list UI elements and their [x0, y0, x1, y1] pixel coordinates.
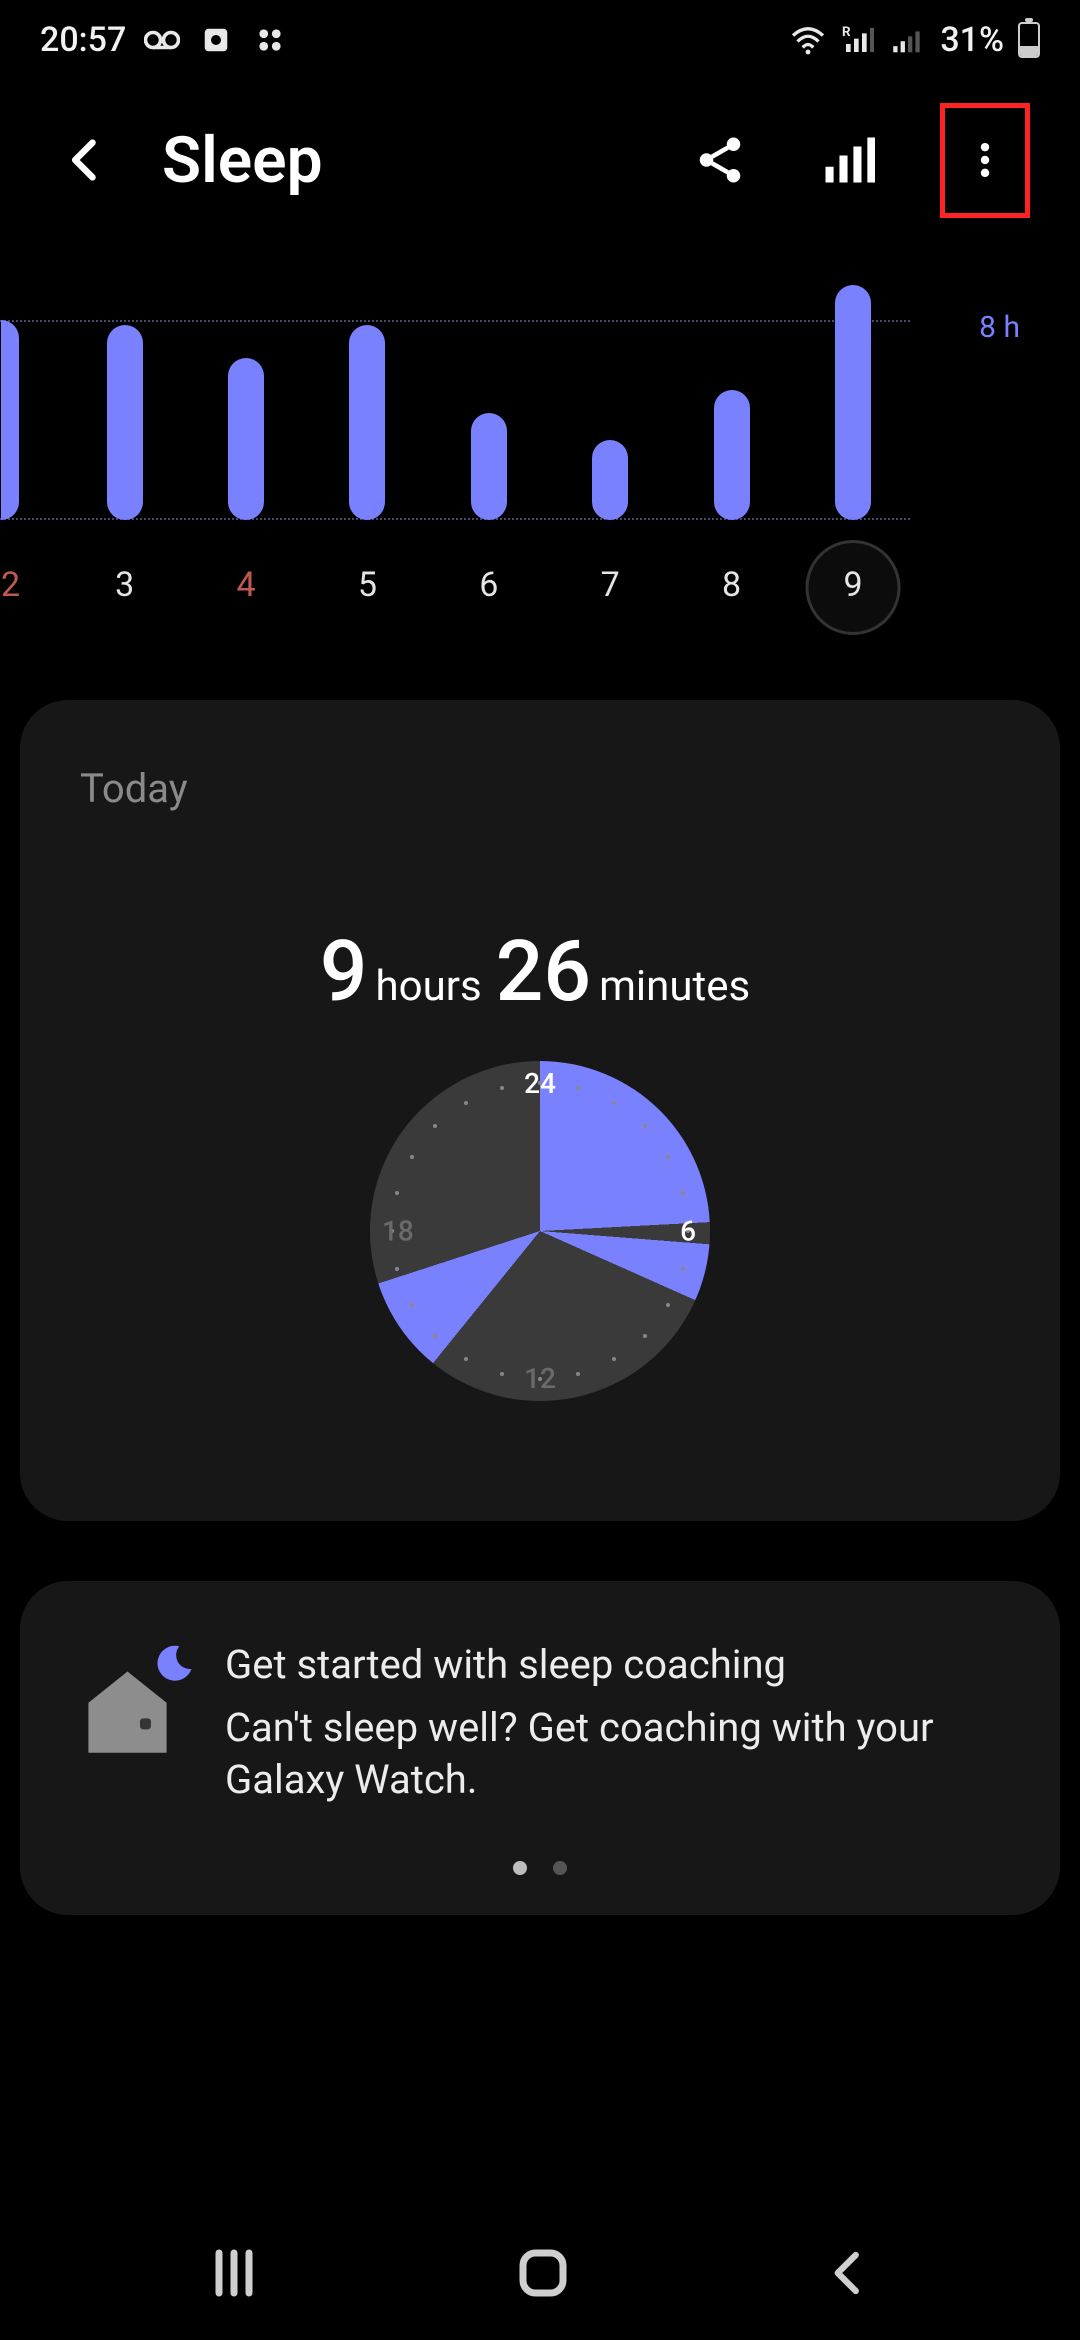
chart-bar [592, 440, 628, 520]
today-section-label: Today [80, 765, 1000, 812]
clock-tick [464, 1101, 468, 1105]
chart-bar [1, 320, 19, 520]
chart-bar [835, 285, 871, 520]
clock-label-12: 12 [524, 1362, 556, 1395]
coaching-text: Get started with sleep coaching Can't sl… [225, 1641, 1000, 1806]
page-indicator [80, 1861, 1000, 1875]
clock-tick [464, 1357, 468, 1361]
chart-bar [349, 325, 385, 520]
chart-bar-slot[interactable] [1, 270, 55, 520]
status-bar: 20:57 R 31% [0, 0, 1080, 80]
moon-icon [153, 1641, 195, 1683]
chart-x-label: 4 [194, 565, 298, 605]
clock-tick [643, 1334, 647, 1338]
chart-bar-slot[interactable] [558, 270, 662, 520]
recents-button[interactable] [204, 2243, 264, 2307]
chart-bar-slot[interactable] [680, 270, 784, 520]
status-right: R 31% [790, 20, 1040, 60]
clock-tick [395, 1267, 399, 1271]
clock-tick [500, 1372, 504, 1376]
clock-tick [666, 1155, 670, 1159]
page-dot[interactable] [553, 1861, 567, 1875]
signal-roaming-icon: R [840, 22, 876, 58]
today-sleep-card[interactable]: Today 9 hours 26 minutes 24 6 12 18 [20, 700, 1060, 1521]
chart-x-label: 8 [680, 565, 784, 605]
clock-tick [681, 1267, 685, 1271]
svg-text:R: R [842, 25, 851, 40]
clock-label-24: 24 [524, 1067, 556, 1100]
coaching-row: Get started with sleep coaching Can't sl… [80, 1641, 1000, 1806]
home-button[interactable] [513, 2243, 573, 2307]
coaching-title: Get started with sleep coaching [225, 1641, 1000, 1688]
sleep-coaching-card[interactable]: Get started with sleep coaching Can't sl… [20, 1581, 1060, 1915]
signal-secondary-icon [890, 22, 926, 58]
back-nav-button[interactable] [822, 2246, 876, 2304]
weekly-sleep-chart[interactable]: 8 h 23456789 [0, 270, 1080, 670]
clock-label-6: 6 [680, 1215, 696, 1248]
chart-x-label: 9 [801, 565, 905, 605]
clock-tick [433, 1334, 437, 1338]
battery-fill [1020, 46, 1038, 56]
battery-percent: 31% [940, 20, 1004, 60]
page-dot[interactable] [513, 1861, 527, 1875]
sleep-minutes-value: 26 [496, 922, 591, 1021]
chart-x-label: 6 [437, 565, 541, 605]
clock-tick [433, 1124, 437, 1128]
app-bar: Sleep [0, 80, 1080, 240]
square-dot-icon [198, 22, 234, 58]
clock-ticks [370, 1061, 710, 1401]
clock-tick [612, 1101, 616, 1105]
clock-tick [576, 1086, 580, 1090]
chart-bar [228, 358, 264, 521]
chart-bar-slot[interactable] [437, 270, 541, 520]
chart-x-label: 2 [1, 565, 55, 605]
clock-tick [643, 1124, 647, 1128]
target-hours-label: 8 h [979, 310, 1020, 345]
coaching-body: Can't sleep well? Get coaching with your… [225, 1702, 1000, 1806]
sleep-minutes-unit: minutes [595, 962, 760, 1011]
chart-bar [107, 325, 143, 520]
chart-bar-slot[interactable] [315, 270, 419, 520]
chart-plot-area: 8 h [0, 270, 910, 520]
total-sleep-time: 9 hours 26 minutes [80, 922, 1000, 1021]
clock-tick [612, 1357, 616, 1361]
status-time: 20:57 [40, 20, 126, 60]
app-bar-actions [684, 103, 1030, 218]
chart-bar-slot[interactable] [194, 270, 298, 520]
chart-bar [714, 390, 750, 520]
clock-tick [666, 1303, 670, 1307]
more-options-button[interactable] [945, 108, 1025, 213]
dots-grid-icon [252, 22, 288, 58]
chart-bar-slot[interactable] [73, 270, 177, 520]
chart-x-label: 3 [73, 565, 177, 605]
status-left: 20:57 [40, 20, 288, 60]
house-moon-icon [80, 1659, 175, 1759]
clock-tick [410, 1303, 414, 1307]
wifi-icon [790, 22, 826, 58]
sleep-hours-unit: hours [372, 962, 492, 1011]
sleep-hours-value: 9 [320, 922, 368, 1021]
chart-bar-slot[interactable] [801, 270, 905, 520]
chart-x-label: 7 [558, 565, 662, 605]
more-options-highlight [940, 103, 1030, 218]
clock-tick [500, 1086, 504, 1090]
chart-x-label: 5 [315, 565, 419, 605]
clock-tick [576, 1372, 580, 1376]
chart-x-axis: 23456789 [0, 565, 910, 605]
voicemail-icon [144, 22, 180, 58]
clock-tick [681, 1191, 685, 1195]
back-button[interactable] [50, 124, 122, 196]
clock-tick [410, 1155, 414, 1159]
sleep-clock-chart: 24 6 12 18 [370, 1061, 710, 1401]
clock-label-18: 18 [382, 1215, 414, 1248]
page-title: Sleep [162, 123, 654, 198]
share-button[interactable] [684, 124, 756, 196]
stats-button[interactable] [812, 124, 884, 196]
clock-tick [395, 1191, 399, 1195]
chart-bar [471, 413, 507, 521]
chart-bars [0, 270, 910, 520]
battery-icon [1018, 22, 1040, 58]
system-nav-bar [0, 2210, 1080, 2340]
